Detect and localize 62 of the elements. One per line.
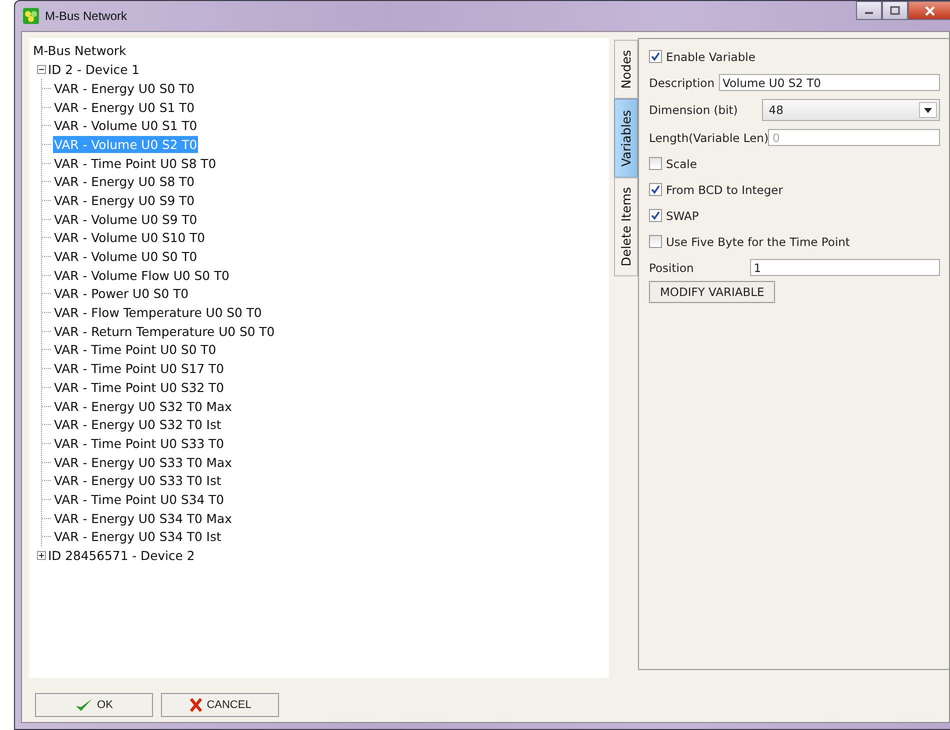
checkbox[interactable] xyxy=(649,209,662,222)
expander-icon[interactable] xyxy=(37,551,46,560)
checkbox[interactable] xyxy=(649,183,662,196)
checkbox-label: Enable Variable xyxy=(666,50,756,64)
tree-item[interactable]: VAR - Energy U0 S1 T0 xyxy=(53,98,196,116)
tree-item[interactable]: VAR - Energy U0 S34 T0 Ist xyxy=(53,528,222,546)
close-icon xyxy=(924,6,936,16)
window-title: M-Bus Network xyxy=(45,9,128,23)
tree-item[interactable]: VAR - Time Point U0 S32 T0 xyxy=(53,378,225,396)
tree-item[interactable]: VAR - Time Point U0 S0 T0 xyxy=(53,341,218,358)
maximize-icon xyxy=(890,6,900,15)
checkbox[interactable] xyxy=(649,157,662,170)
field-label: Position xyxy=(649,260,694,274)
tree-item[interactable]: M-Bus Network xyxy=(33,42,609,60)
dropdown[interactable]: 48 xyxy=(762,99,940,121)
tree-item[interactable]: VAR - Volume U0 S10 T0 xyxy=(53,229,206,246)
field-label: Length(Variable Len) xyxy=(649,130,768,144)
app-icon xyxy=(23,8,39,24)
tree-item[interactable]: VAR - Energy U0 S33 T0 Max xyxy=(53,454,233,471)
input-field[interactable]: Volume U0 S2 T0 xyxy=(718,74,940,91)
tree-item[interactable]: VAR - Power U0 S0 T0 xyxy=(53,285,190,302)
tree-item[interactable]: VAR - Energy U0 S0 T0 xyxy=(53,80,196,97)
tree-item[interactable]: VAR - Volume U0 S9 T0 xyxy=(53,210,198,228)
cross-icon xyxy=(188,698,203,712)
side-tab[interactable]: Variables xyxy=(614,98,638,178)
expander-icon[interactable] xyxy=(37,65,46,74)
ok-button[interactable]: OK xyxy=(35,693,153,717)
modify-variable-button[interactable]: MODIFY VARIABLE xyxy=(649,281,776,303)
tree-item[interactable]: VAR - Time Point U0 S8 T0 xyxy=(53,154,218,172)
tree-item[interactable]: VAR - Energy U0 S9 T0 xyxy=(53,192,196,209)
tree-item[interactable]: VAR - Time Point U0 S17 T0 xyxy=(53,360,225,378)
field-label: Description xyxy=(649,76,714,90)
tree-item[interactable]: VAR - Energy U0 S34 T0 Max xyxy=(53,510,233,527)
checkbox-label: SWAP xyxy=(666,208,699,222)
tree-item[interactable]: ID 2 - Device 1 xyxy=(48,62,140,77)
checkbox-label: Scale xyxy=(666,156,697,170)
maximize-button[interactable] xyxy=(882,1,908,20)
input-field[interactable]: 1 xyxy=(750,259,940,276)
close-button[interactable] xyxy=(908,1,950,20)
checkbox-label: Use Five Byte for the Time Point xyxy=(666,234,850,248)
tree-item[interactable]: VAR - Volume U0 S0 T0 xyxy=(53,248,198,266)
side-tab[interactable]: Delete Items xyxy=(614,177,638,277)
checkmark-icon xyxy=(75,698,94,712)
tree-item[interactable]: VAR - Energy U0 S32 T0 Max xyxy=(53,398,233,415)
cancel-button[interactable]: CANCEL xyxy=(161,693,279,717)
side-tab[interactable]: Nodes xyxy=(614,40,638,99)
dropdown-arrow-icon xyxy=(924,108,932,112)
tree-item[interactable]: VAR - Time Point U0 S33 T0 xyxy=(53,434,225,452)
tree-item[interactable]: VAR - Energy U0 S8 T0 xyxy=(53,173,196,190)
tree-item[interactable]: VAR - Volume Flow U0 S0 T0 xyxy=(53,266,230,284)
checkbox-label: From BCD to Integer xyxy=(666,182,783,196)
checkbox[interactable] xyxy=(649,50,662,63)
tree-item[interactable]: VAR - Energy U0 S33 T0 Ist xyxy=(53,472,222,490)
tree-item[interactable]: VAR - Flow Temperature U0 S0 T0 xyxy=(53,304,263,322)
tree-item[interactable]: ID 28456571 - Device 2 xyxy=(48,548,195,564)
tree-item[interactable]: VAR - Volume U0 S1 T0 xyxy=(53,117,198,134)
tree-item[interactable]: VAR - Time Point U0 S34 T0 xyxy=(53,490,225,508)
checkbox[interactable] xyxy=(649,235,662,248)
field-label: Dimension (bit) xyxy=(649,103,738,117)
tree-item[interactable]: VAR - Energy U0 S32 T0 Ist xyxy=(53,416,222,434)
tree-item[interactable]: VAR - Return Temperature U0 S0 T0 xyxy=(53,322,276,340)
minimize-button[interactable] xyxy=(856,1,882,20)
